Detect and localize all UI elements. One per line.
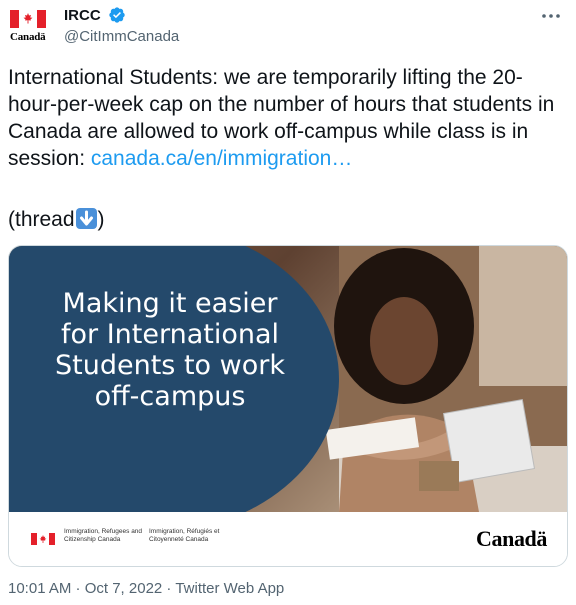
- tweet-link[interactable]: canada.ca/en/immigration…: [91, 147, 352, 170]
- canada-flag-icon: [31, 533, 55, 545]
- image-footer: Immigration, Refugees and Citizenship Ca…: [9, 512, 567, 566]
- author-names: IRCC @CitImmCanada: [64, 6, 179, 46]
- promo-headline: Making it easier for International Stude…: [55, 288, 285, 412]
- tweet-image-card[interactable]: Making it easier for International Stude…: [8, 245, 568, 567]
- department-name-en: Immigration, Refugees and Citizenship Ca…: [64, 528, 143, 543]
- canada-wordmark-text: Canadä: [476, 526, 547, 551]
- thread-suffix: ): [97, 208, 105, 231]
- down-arrow-emoji-icon: [75, 208, 97, 229]
- tweet-timestamp[interactable]: 10:01 AM · Oct 7, 2022 · Twitter Web App: [8, 580, 284, 597]
- avatar[interactable]: Canadä: [10, 6, 50, 46]
- canada-wordmark: Canadä: [476, 526, 547, 552]
- department-name-fr: Immigration, Réfugiés et Citoyenneté Can…: [149, 528, 220, 543]
- more-options-icon[interactable]: [540, 8, 562, 24]
- thread-prefix: (thread: [8, 208, 75, 231]
- avatar-wordmark: Canadä: [10, 31, 46, 43]
- tweet-body: International Students: we are temporari…: [8, 64, 564, 172]
- verified-badge-icon: [109, 7, 125, 23]
- thread-indicator: (thread): [8, 206, 105, 233]
- canada-flag-icon: [10, 10, 46, 28]
- tweet-header: Canadä IRCC @CitImmCanada: [10, 4, 566, 52]
- author-handle[interactable]: @CitImmCanada: [64, 28, 179, 45]
- author-display-name[interactable]: IRCC: [64, 7, 101, 24]
- promo-photo: Making it easier for International Stude…: [9, 246, 567, 512]
